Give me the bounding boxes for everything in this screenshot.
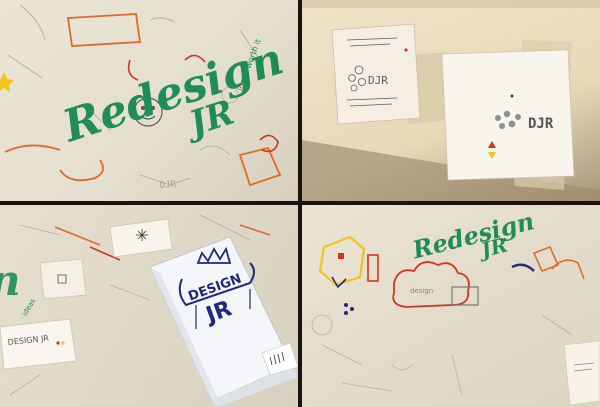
pencil-word-sketch: DJR <box>160 180 177 191</box>
sketch-canvas-bottom-right: design Redesign JR <box>311 206 600 406</box>
small-card-middle <box>39 258 87 300</box>
sketch-canvas-top-left: Redesign JR ideas worth it DJR <box>0 4 289 191</box>
folded-logo-card: DESIGN JR <box>149 236 298 407</box>
sketch-card-right: DJR <box>441 49 575 181</box>
partial-green-script: n <box>0 256 21 305</box>
sketch-canvas-top-right: DJR DJR <box>302 0 600 201</box>
photo-panel-bottom-right: design Redesign JR <box>302 205 600 407</box>
sketch-card-left: DJR <box>331 23 421 125</box>
card-right-logo: DJR <box>528 116 554 132</box>
small-card-label: DESIGN JR <box>0 318 77 370</box>
red-cloud-sketch <box>392 261 470 308</box>
yellow-star-icon <box>0 72 14 92</box>
svg-text:ideas: ideas <box>21 297 37 317</box>
photo-panel-bottom-left: n ideas DESIGN JR DESIGN <box>0 205 298 407</box>
navy-wave-sketch <box>511 263 535 272</box>
photo-panel-top-left: Redesign JR ideas worth it DJR <box>0 0 298 201</box>
sketch-canvas-bottom-left: n ideas DESIGN JR DESIGN <box>0 214 298 407</box>
card-left-logo: DJR <box>368 74 388 87</box>
small-paper-note <box>563 340 600 406</box>
yellow-shield-sketch <box>318 235 366 289</box>
red-box-sketch <box>367 254 379 282</box>
redesign-logo-text-small: Redesign <box>409 206 537 264</box>
small-card-top <box>109 218 173 258</box>
photo-panel-top-right: DJR DJR <box>302 0 600 201</box>
navy-dot-cluster <box>344 303 354 315</box>
svg-text:design: design <box>410 287 433 295</box>
